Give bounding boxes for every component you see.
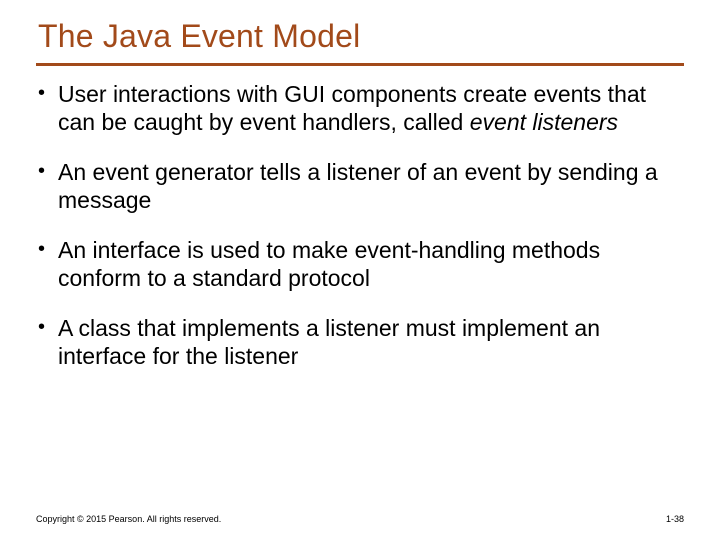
- bullet-item: A class that implements a listener must …: [36, 314, 684, 370]
- bullet-item: User interactions with GUI components cr…: [36, 80, 684, 136]
- slide-title: The Java Event Model: [38, 18, 684, 55]
- bullet-text-pre: An interface is used to make event-handl…: [58, 237, 600, 291]
- bullet-text-pre: An event generator tells a listener of a…: [58, 159, 658, 213]
- bullet-item: An event generator tells a listener of a…: [36, 158, 684, 214]
- slide: The Java Event Model User interactions w…: [0, 0, 720, 540]
- title-rule: [36, 63, 684, 66]
- bullet-text-pre: A class that implements a listener must …: [58, 315, 600, 369]
- bullet-item: An interface is used to make event-handl…: [36, 236, 684, 292]
- bullet-text-em: event listeners: [470, 109, 618, 135]
- copyright-footer: Copyright © 2015 Pearson. All rights res…: [36, 514, 221, 524]
- bullet-list: User interactions with GUI components cr…: [36, 80, 684, 370]
- page-number: 1-38: [666, 514, 684, 524]
